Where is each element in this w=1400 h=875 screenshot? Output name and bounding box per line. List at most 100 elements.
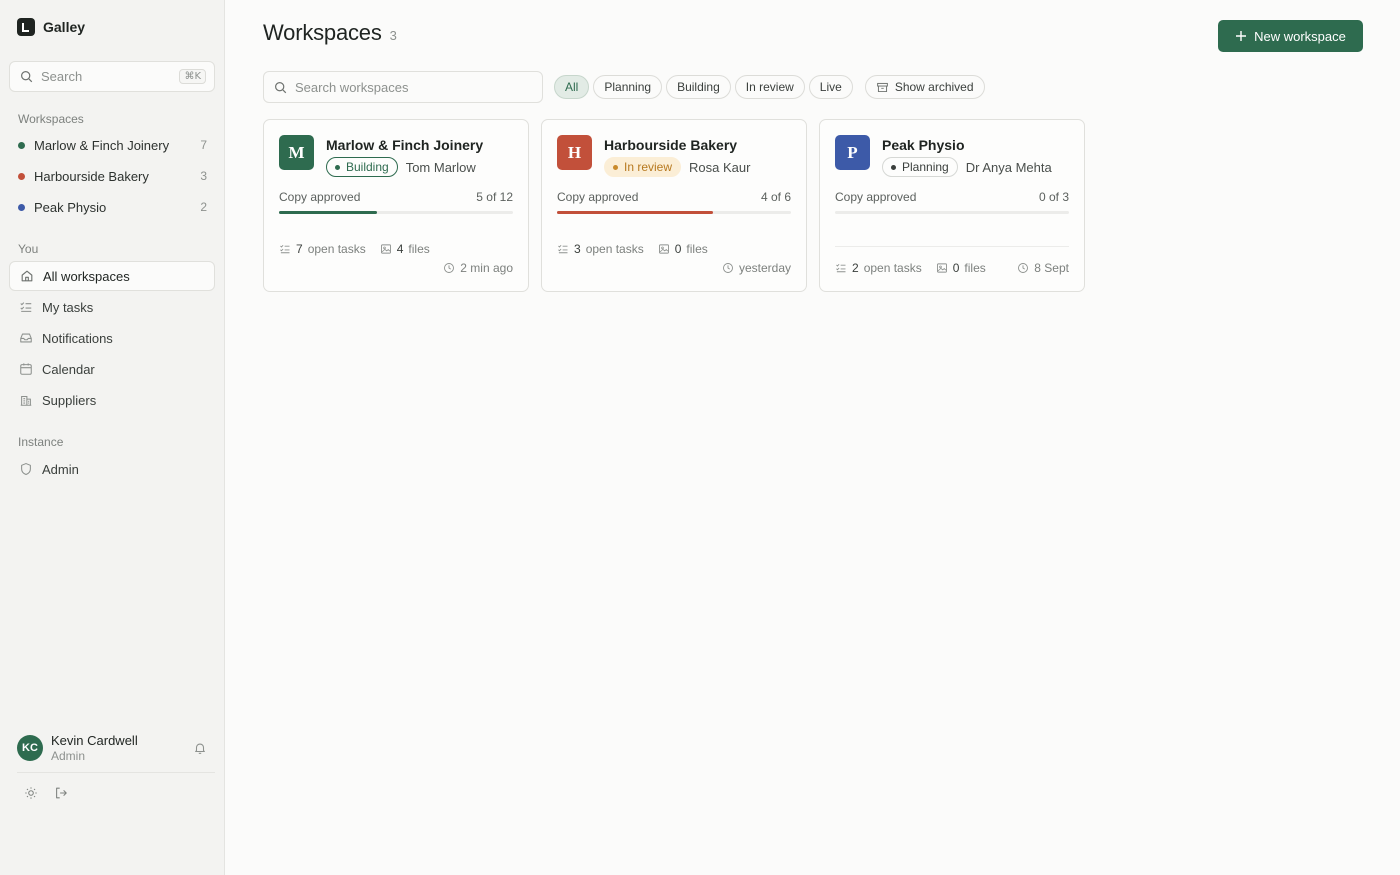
- files: 0 files: [658, 242, 708, 256]
- progress-fill: [557, 211, 713, 214]
- files: 0 files: [936, 261, 986, 275]
- workspace-color-dot: [18, 203, 25, 211]
- workspace-card-marlow[interactable]: M Marlow & Finch Joinery Building Tom Ma…: [263, 119, 529, 292]
- sidebar-workspace-peak[interactable]: Peak Physio 2: [9, 193, 215, 221]
- progress-header: Copy approved 5 of 12: [279, 190, 513, 204]
- last-updated-text: yesterday: [738, 261, 791, 275]
- search-icon: [275, 81, 287, 93]
- filter-chip-all[interactable]: All: [554, 75, 590, 99]
- workspace-card-meta: 3 open tasks 0 files: [557, 242, 791, 256]
- checklist-icon: [280, 244, 290, 254]
- sidebar-item-my-tasks[interactable]: My tasks: [9, 292, 215, 322]
- building-icon: [20, 395, 32, 406]
- progress-header: Copy approved 0 of 3: [835, 190, 1069, 204]
- filter-chip-in-review[interactable]: In review: [734, 75, 805, 99]
- image-icon: [380, 244, 391, 254]
- workspace-card-subtitle: Building Tom Marlow: [326, 157, 476, 177]
- progress-header: Copy approved 4 of 6: [557, 190, 791, 204]
- sidebar-item-all-workspaces[interactable]: All workspaces: [9, 261, 215, 291]
- files-count: 0: [674, 242, 682, 256]
- calendar-icon: [20, 363, 32, 375]
- open-tasks-count: 3: [574, 242, 581, 256]
- archive-icon: [876, 82, 888, 92]
- user-profile[interactable]: KC Kevin Cardwell Admin: [17, 733, 207, 763]
- filter-chip-planning[interactable]: Planning: [593, 75, 663, 99]
- progress-label: Copy approved: [835, 190, 917, 204]
- last-updated-text: 8 Sept: [1034, 261, 1069, 275]
- plus-icon: [1236, 31, 1247, 41]
- logout-icon[interactable]: [54, 786, 68, 800]
- status-label: In review: [624, 160, 673, 174]
- sidebar-item-label: Calendar: [42, 361, 95, 377]
- new-workspace-button[interactable]: New workspace: [1218, 20, 1363, 52]
- workspace-owner: Tom Marlow: [405, 159, 476, 175]
- workspace-card-title: Harbourside Bakery: [604, 137, 738, 153]
- workspace-card-meta: 2 open tasks 0 files 8 Sept: [835, 261, 1069, 275]
- sidebar-item-calendar[interactable]: Calendar: [9, 354, 215, 384]
- workspace-owner: Rosa Kaur: [689, 159, 751, 175]
- sun-icon[interactable]: [24, 786, 38, 800]
- progress-bar: [279, 211, 513, 214]
- image-icon: [658, 244, 669, 254]
- progress-label: Copy approved: [557, 190, 639, 204]
- sidebar-workspace-harbourside[interactable]: Harbourside Bakery 3: [9, 162, 215, 190]
- sidebar-item-label: All workspaces: [43, 268, 130, 284]
- new-workspace-label: New workspace: [1254, 28, 1346, 44]
- open-tasks-count: 7: [296, 242, 303, 256]
- sidebar-workspace-name: Marlow & Finch Joinery: [34, 137, 170, 153]
- files-label: files: [408, 242, 430, 256]
- brand[interactable]: Galley: [17, 18, 85, 36]
- status-badge: Planning: [882, 157, 958, 177]
- workspace-card-updated: yesterday: [557, 261, 791, 275]
- bell-icon[interactable]: [193, 741, 207, 755]
- progress-bar: [835, 211, 1069, 214]
- filter-chip-building[interactable]: Building: [666, 75, 731, 99]
- sidebar-workspace-count: 2: [200, 200, 207, 214]
- status-dot: [891, 164, 896, 170]
- sidebar-workspace-name: Harbourside Bakery: [34, 168, 149, 184]
- sidebar: Galley Search ⌘K Workspaces Marlow & Fin…: [0, 0, 225, 875]
- workspace-avatar: M: [279, 135, 314, 170]
- workspace-card-harbourside[interactable]: H Harbourside Bakery In review Rosa Kaur…: [541, 119, 807, 292]
- sidebar-item-label: Admin: [42, 461, 79, 477]
- open-tasks-label: open tasks: [585, 242, 644, 256]
- shield-icon: [21, 463, 31, 476]
- files-count: 4: [396, 242, 404, 256]
- sidebar-item-label: Suppliers: [42, 392, 97, 408]
- divider: [17, 772, 215, 773]
- show-archived-toggle[interactable]: Show archived: [864, 75, 985, 99]
- workspace-card-meta: 7 open tasks 4 files: [279, 242, 513, 256]
- app-name: Galley: [43, 19, 86, 35]
- sidebar-workspace-marlow[interactable]: Marlow & Finch Joinery 7: [9, 131, 215, 159]
- sidebar-search[interactable]: Search ⌘K: [9, 61, 215, 92]
- page-title: Workspaces: [263, 20, 382, 45]
- last-updated: yesterday: [722, 261, 791, 275]
- files-label: files: [964, 261, 986, 275]
- open-tasks-count: 2: [852, 261, 859, 275]
- workspace-card-subtitle: In review Rosa Kaur: [604, 157, 750, 177]
- workspace-search-input[interactable]: Search workspaces: [263, 71, 543, 103]
- last-updated: 8 Sept: [1017, 261, 1069, 275]
- sidebar-item-suppliers[interactable]: Suppliers: [9, 385, 215, 415]
- sidebar-item-notifications[interactable]: Notifications: [9, 323, 215, 353]
- workspace-search-placeholder: Search workspaces: [295, 79, 409, 95]
- workspace-card-title: Marlow & Finch Joinery: [326, 137, 484, 153]
- you-section-label: You: [18, 242, 39, 256]
- workspace-card-peak[interactable]: P Peak Physio Planning Dr Anya Mehta Cop…: [819, 119, 1085, 292]
- status-filters: All Planning Building In review Live Sho…: [554, 75, 985, 99]
- search-icon: [21, 71, 33, 83]
- status-label: Building: [346, 160, 389, 174]
- workspaces-section-label: Workspaces: [18, 112, 84, 126]
- user-meta: Kevin Cardwell Admin: [51, 733, 193, 763]
- sidebar-item-label: My tasks: [42, 299, 94, 315]
- clock-icon: [444, 263, 455, 273]
- checklist-icon: [20, 302, 32, 312]
- files-label: files: [686, 242, 708, 256]
- files-count: 0: [952, 261, 960, 275]
- sidebar-item-admin[interactable]: Admin: [9, 454, 215, 484]
- workspace-count: 3: [389, 28, 397, 43]
- open-tasks-label: open tasks: [863, 261, 922, 275]
- filter-chip-live[interactable]: Live: [808, 75, 853, 99]
- home-icon: [21, 270, 33, 282]
- avatar: KC: [17, 734, 43, 761]
